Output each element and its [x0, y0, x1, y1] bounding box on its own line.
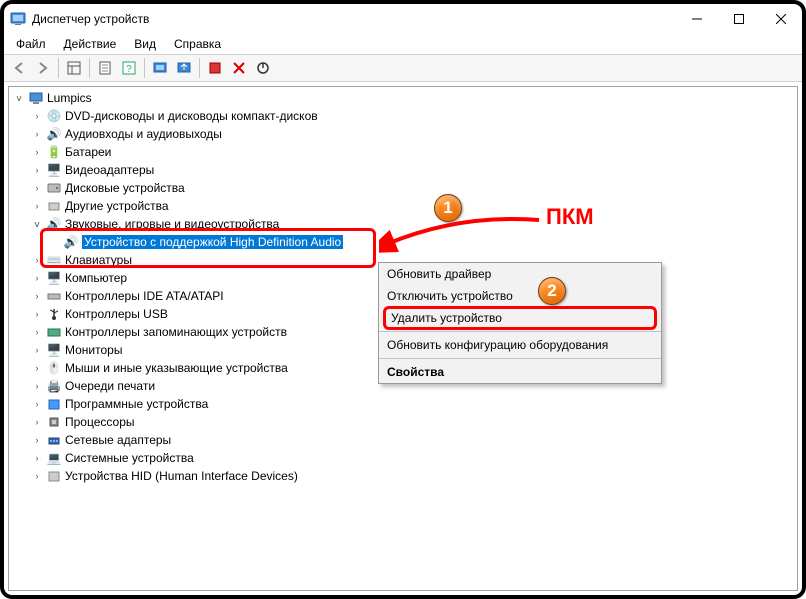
tree-item-hd-audio[interactable]: 🔊Устройство с поддержкой High Definition…	[63, 233, 797, 251]
chevron-right-icon[interactable]: ›	[31, 416, 43, 428]
toolbar-help-button[interactable]: ?	[118, 57, 140, 79]
computer-node-icon: 🖥️	[46, 270, 62, 286]
window-controls	[676, 4, 802, 34]
tree-item[interactable]: ›Дисковые устройства	[45, 179, 797, 197]
toolbar-uninstall-button[interactable]	[228, 57, 250, 79]
other-icon	[46, 198, 62, 214]
ctx-disable[interactable]: Отключить устройство	[379, 285, 661, 307]
menu-action[interactable]: Действие	[56, 37, 125, 51]
minimize-button[interactable]	[676, 4, 718, 34]
tree-item[interactable]: ›🔊Аудиовходы и аудиовыходы	[45, 125, 797, 143]
context-menu: Обновить драйвер Отключить устройство Уд…	[378, 262, 662, 384]
tree-item[interactable]: ›Устройства HID (Human Interface Devices…	[45, 467, 797, 485]
chevron-right-icon[interactable]: ›	[31, 290, 43, 302]
tree-item-sound[interactable]: ⅴ🔊Звуковые, игровые и видеоустройства	[45, 215, 797, 233]
chevron-right-icon[interactable]: ›	[31, 434, 43, 446]
toolbar: ?	[4, 54, 802, 82]
printer-icon: 🖨️	[46, 378, 62, 394]
ctx-separator	[379, 358, 661, 359]
chevron-right-icon[interactable]: ›	[31, 308, 43, 320]
menu-file[interactable]: Файл	[8, 37, 54, 51]
tree-item[interactable]: ›💿DVD-дисководы и дисководы компакт-диск…	[45, 107, 797, 125]
cpu-icon	[46, 414, 62, 430]
tree-item[interactable]: ›Программные устройства	[45, 395, 797, 413]
ctx-uninstall[interactable]: Удалить устройство	[383, 306, 657, 330]
software-icon	[46, 396, 62, 412]
system-icon: 💻	[46, 450, 62, 466]
chevron-right-icon[interactable]: ›	[31, 128, 43, 140]
chevron-right-icon[interactable]: ›	[31, 272, 43, 284]
keyboard-icon: ⌨️	[46, 252, 62, 268]
dvd-icon: 💿	[46, 108, 62, 124]
tree-root[interactable]: ⅴ Lumpics	[27, 89, 797, 107]
toolbar-properties-button[interactable]	[94, 57, 116, 79]
chevron-right-icon[interactable]: ›	[31, 200, 43, 212]
ide-icon	[46, 288, 62, 304]
tree-item[interactable]: ›🔋Батареи	[45, 143, 797, 161]
window-title: Диспетчер устройств	[32, 12, 676, 26]
chevron-right-icon[interactable]: ›	[31, 146, 43, 158]
chevron-right-icon[interactable]: ›	[31, 326, 43, 338]
chevron-right-icon[interactable]: ›	[31, 182, 43, 194]
chevron-right-icon[interactable]: ›	[31, 452, 43, 464]
toolbar-enable-button[interactable]	[204, 57, 226, 79]
ctx-update-driver[interactable]: Обновить драйвер	[379, 263, 661, 285]
chevron-down-icon[interactable]: ⅴ	[31, 218, 43, 230]
tree-item[interactable]: ›Процессоры	[45, 413, 797, 431]
audio-io-icon: 🔊	[46, 126, 62, 142]
chevron-right-icon[interactable]: ›	[31, 254, 43, 266]
menu-help[interactable]: Справка	[166, 37, 229, 51]
storage-controller-icon	[46, 324, 62, 340]
ctx-properties[interactable]: Свойства	[379, 361, 661, 383]
toolbar-show-hide-button[interactable]	[63, 57, 85, 79]
ctx-separator	[379, 331, 661, 332]
tree-item[interactable]: ›Сетевые адаптеры	[45, 431, 797, 449]
titlebar: Диспетчер устройств	[4, 4, 802, 34]
monitor-icon: 🖥️	[46, 342, 62, 358]
toolbar-disable-button[interactable]	[252, 57, 274, 79]
network-icon	[46, 432, 62, 448]
computer-icon	[28, 90, 44, 106]
selected-device-label: Устройство с поддержкой High Definition …	[82, 235, 343, 249]
toolbar-update-button[interactable]	[173, 57, 195, 79]
chevron-right-icon[interactable]: ›	[31, 470, 43, 482]
hid-icon	[46, 468, 62, 484]
chevron-right-icon[interactable]: ›	[31, 362, 43, 374]
usb-icon	[46, 306, 62, 322]
chevron-right-icon[interactable]: ›	[31, 344, 43, 356]
close-button[interactable]	[760, 4, 802, 34]
annotation-rmb-label: ПКМ	[546, 204, 594, 230]
annotation-marker-1: 1	[434, 194, 462, 222]
toolbar-scan-button[interactable]	[149, 57, 171, 79]
menubar: Файл Действие Вид Справка	[4, 34, 802, 54]
maximize-button[interactable]	[718, 4, 760, 34]
chevron-right-icon[interactable]: ›	[31, 164, 43, 176]
toolbar-back-button[interactable]	[8, 57, 30, 79]
disk-icon	[46, 180, 62, 196]
chevron-right-icon[interactable]: ›	[31, 380, 43, 392]
menu-view[interactable]: Вид	[126, 37, 164, 51]
mouse-icon: 🖱️	[46, 360, 62, 376]
ctx-scan-hardware[interactable]: Обновить конфигурацию оборудования	[379, 334, 661, 356]
app-icon	[10, 11, 26, 27]
svg-text:?: ?	[126, 64, 132, 75]
chevron-right-icon[interactable]: ›	[31, 110, 43, 122]
battery-icon: 🔋	[46, 144, 62, 160]
toolbar-forward-button[interactable]	[32, 57, 54, 79]
annotation-marker-2: 2	[538, 277, 566, 305]
tree-item[interactable]: ›💻Системные устройства	[45, 449, 797, 467]
sound-device-icon: 🔊	[63, 234, 79, 250]
sound-icon: 🔊	[46, 216, 62, 232]
display-adapter-icon: 🖥️	[46, 162, 62, 178]
tree-item[interactable]: ›Другие устройства	[45, 197, 797, 215]
chevron-right-icon[interactable]: ›	[31, 398, 43, 410]
tree-item[interactable]: ›🖥️Видеоадаптеры	[45, 161, 797, 179]
chevron-down-icon[interactable]: ⅴ	[13, 92, 25, 104]
